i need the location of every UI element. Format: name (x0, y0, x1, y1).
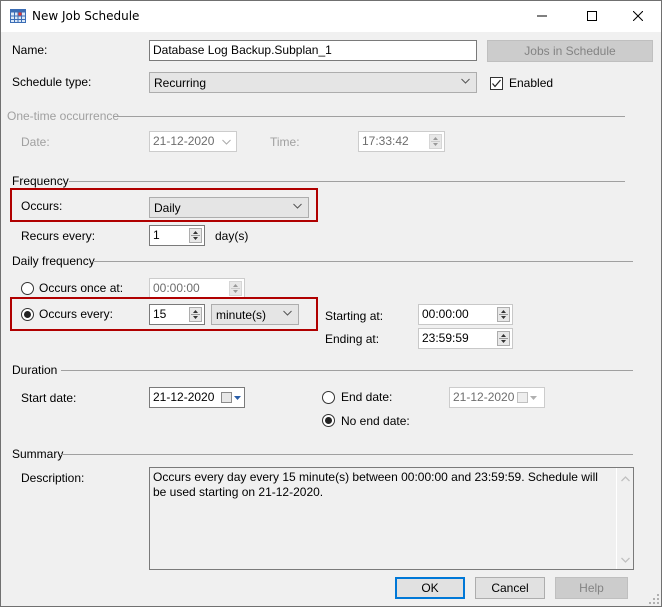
group-divider (93, 261, 633, 262)
window-title: New Job Schedule (32, 9, 140, 23)
ending-at-spinner[interactable] (497, 331, 510, 346)
description-label: Description: (21, 471, 85, 485)
chevron-down-icon (461, 78, 470, 84)
maximize-icon (587, 11, 597, 21)
end-date-radio[interactable] (322, 391, 335, 404)
occurs-label: Occurs: (21, 199, 63, 213)
spin-arrows-icon (431, 137, 440, 146)
occurs-once-time-value: 00:00:00 (153, 281, 200, 295)
end-date-value: 21-12-2020 (453, 390, 515, 404)
group-divider (113, 116, 625, 117)
occurs-once-label: Occurs once at: (39, 281, 124, 295)
maximize-button[interactable] (569, 1, 615, 31)
caret-down-icon (530, 396, 537, 400)
one-time-occurrence-group-title: One-time occurrence (7, 109, 120, 123)
occurs-once-radio[interactable] (21, 282, 34, 295)
occurs-value: Daily (154, 201, 181, 215)
schedule-type-label: Schedule type: (12, 75, 92, 89)
starting-at-label: Starting at: (325, 309, 384, 323)
occurs-every-value: 15 (153, 307, 167, 321)
cancel-button[interactable]: Cancel (475, 577, 545, 599)
frequency-group-title: Frequency (12, 174, 69, 188)
close-icon (633, 11, 643, 21)
minimize-icon (537, 15, 547, 17)
start-date-label: Start date: (21, 391, 77, 405)
group-divider (61, 370, 633, 371)
recurs-unit-label: day(s) (215, 229, 249, 243)
description-textarea[interactable]: Occurs every day every 15 minute(s) betw… (149, 467, 634, 570)
chevron-down-icon (293, 203, 302, 209)
recurs-every-label: Recurs every: (21, 229, 96, 243)
enabled-label: Enabled (509, 76, 554, 90)
resize-grip-icon[interactable] (649, 594, 659, 604)
one-time-time-value: 17:33:42 (362, 134, 409, 148)
spin-arrows-icon (231, 284, 240, 293)
occurs-dropdown[interactable]: Daily (149, 197, 309, 218)
occurs-once-time-input[interactable]: 00:00:00 (149, 278, 245, 299)
starting-at-spinner[interactable] (497, 307, 510, 322)
time-spinner[interactable] (429, 134, 442, 149)
recurs-every-spinner[interactable] (189, 228, 202, 243)
chevron-up-icon[interactable] (621, 476, 630, 482)
start-date-value: 21-12-2020 (153, 390, 215, 404)
spin-arrows-icon (191, 310, 200, 319)
one-time-time-input[interactable]: 17:33:42 (358, 131, 445, 152)
occurs-every-unit-dropdown[interactable]: minute(s) (211, 304, 299, 325)
group-divider (61, 454, 633, 455)
chevron-down-icon (283, 310, 292, 316)
ending-at-label: Ending at: (325, 332, 380, 346)
close-button[interactable] (615, 1, 661, 31)
jobs-in-schedule-button[interactable]: Jobs in Schedule (487, 40, 653, 62)
schedule-type-value: Recurring (154, 76, 207, 90)
description-scrollbar[interactable] (616, 468, 633, 569)
minimize-button[interactable] (519, 1, 565, 31)
ok-button[interactable]: OK (395, 577, 465, 599)
calendar-icon[interactable] (517, 392, 528, 403)
group-divider (69, 181, 625, 182)
recurs-every-input[interactable]: 1 (149, 225, 205, 246)
chevron-down-icon[interactable] (621, 557, 630, 563)
help-button[interactable]: Help (555, 577, 628, 599)
spin-arrows-icon (191, 231, 200, 240)
schedule-type-dropdown[interactable]: Recurring (149, 72, 477, 93)
no-end-date-label: No end date: (341, 414, 410, 428)
one-time-date-value: 21-12-2020 (153, 134, 215, 148)
date-label: Date: (21, 135, 50, 149)
occurs-every-radio[interactable] (21, 308, 34, 321)
ending-at-input[interactable]: 23:59:59 (418, 328, 513, 349)
starting-at-input[interactable]: 00:00:00 (418, 304, 513, 325)
recurs-every-value: 1 (153, 228, 160, 242)
name-input[interactable]: Database Log Backup.Subplan_1 (149, 40, 477, 61)
end-date-label: End date: (341, 390, 393, 404)
start-date-picker[interactable]: 21-12-2020 (149, 387, 245, 408)
occurs-every-label: Occurs every: (39, 307, 114, 321)
duration-group-title: Duration (12, 363, 58, 377)
occurs-once-spinner[interactable] (229, 281, 242, 296)
description-value: Occurs every day every 15 minute(s) betw… (153, 470, 598, 499)
calendar-grid-icon (10, 9, 26, 23)
caret-down-icon (234, 396, 241, 400)
one-time-date-picker[interactable]: 21-12-2020 (149, 131, 237, 152)
occurs-every-input[interactable]: 15 (149, 304, 205, 325)
spin-arrows-icon (499, 334, 508, 343)
calendar-icon[interactable] (221, 392, 232, 403)
name-label: Name: (12, 43, 48, 57)
starting-at-value: 00:00:00 (422, 307, 469, 321)
ending-at-value: 23:59:59 (422, 331, 469, 345)
daily-frequency-group-title: Daily frequency (12, 254, 95, 268)
end-date-picker[interactable]: 21-12-2020 (449, 387, 545, 408)
no-end-date-radio[interactable] (322, 414, 335, 427)
time-label: Time: (270, 135, 300, 149)
summary-group-title: Summary (12, 447, 64, 461)
chevron-down-icon (222, 139, 231, 145)
checkmark-icon (492, 79, 501, 88)
spin-arrows-icon (499, 310, 508, 319)
new-job-schedule-dialog: New Job Schedule Name: Database Log Back… (0, 0, 662, 607)
occurs-every-spinner[interactable] (189, 307, 202, 322)
title-bar[interactable]: New Job Schedule (1, 1, 661, 32)
enabled-checkbox[interactable] (490, 77, 503, 90)
occurs-every-unit-value: minute(s) (216, 308, 267, 322)
